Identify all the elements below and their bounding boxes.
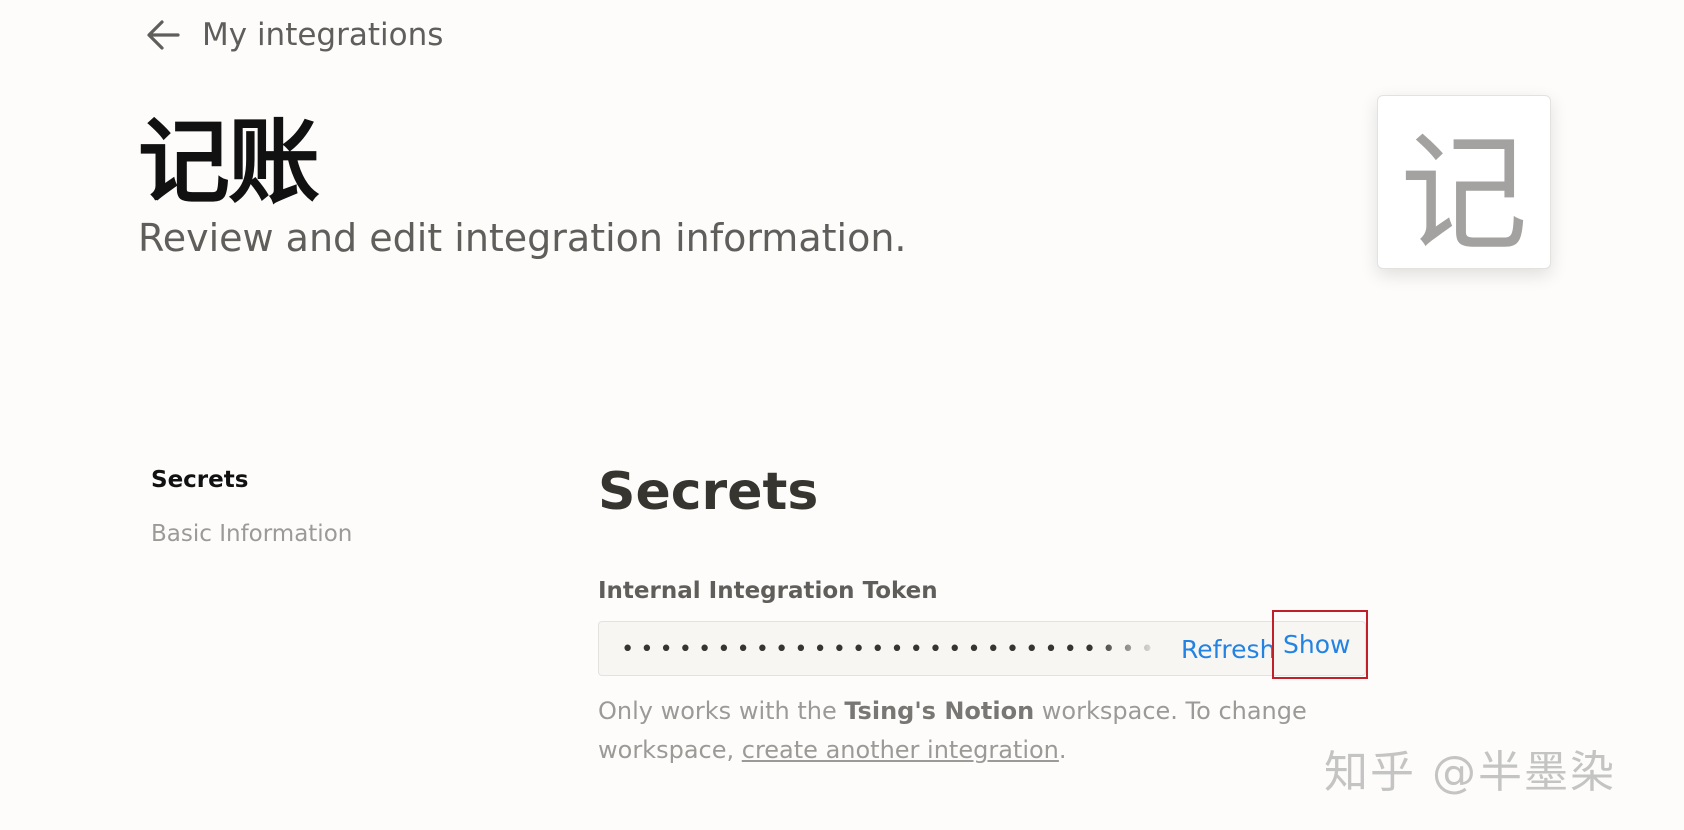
token-masked-value: ••••••••••••••••••••••••••••••••••••••••… [621,637,1161,662]
section-title: Secrets [598,462,819,522]
token-field[interactable]: ••••••••••••••••••••••••••••••••••••••••… [598,610,1368,679]
token-help-text: Only works with the Tsing's Notion works… [598,692,1318,770]
refresh-token-button[interactable]: Refresh [1181,622,1275,677]
integration-icon-glyph: 记 [1399,119,1528,269]
help-prefix: Only works with the [598,697,845,725]
section-nav-item-basic-information[interactable]: Basic Information [151,521,352,547]
section-nav: Secrets Basic Information [151,467,352,547]
back-to-integrations-link[interactable]: My integrations [142,14,443,56]
section-nav-item-secrets[interactable]: Secrets [151,467,352,493]
workspace-name: Tsing's Notion [844,697,1035,725]
create-integration-link[interactable]: create another integration [742,736,1059,764]
integration-icon[interactable]: 记 [1377,95,1551,269]
help-suffix: . [1058,736,1067,764]
watermark: 知乎 @半墨染 [1324,747,1616,798]
show-token-button[interactable]: Show [1272,610,1368,679]
integration-page: My integrations 记账 Review and edit integ… [0,0,1684,830]
page-subtitle: Review and edit integration information. [138,216,907,260]
token-field-label: Internal Integration Token [598,578,938,604]
arrow-left-icon [147,20,180,50]
page-title: 记账 [138,109,320,216]
back-link-label: My integrations [202,17,444,53]
